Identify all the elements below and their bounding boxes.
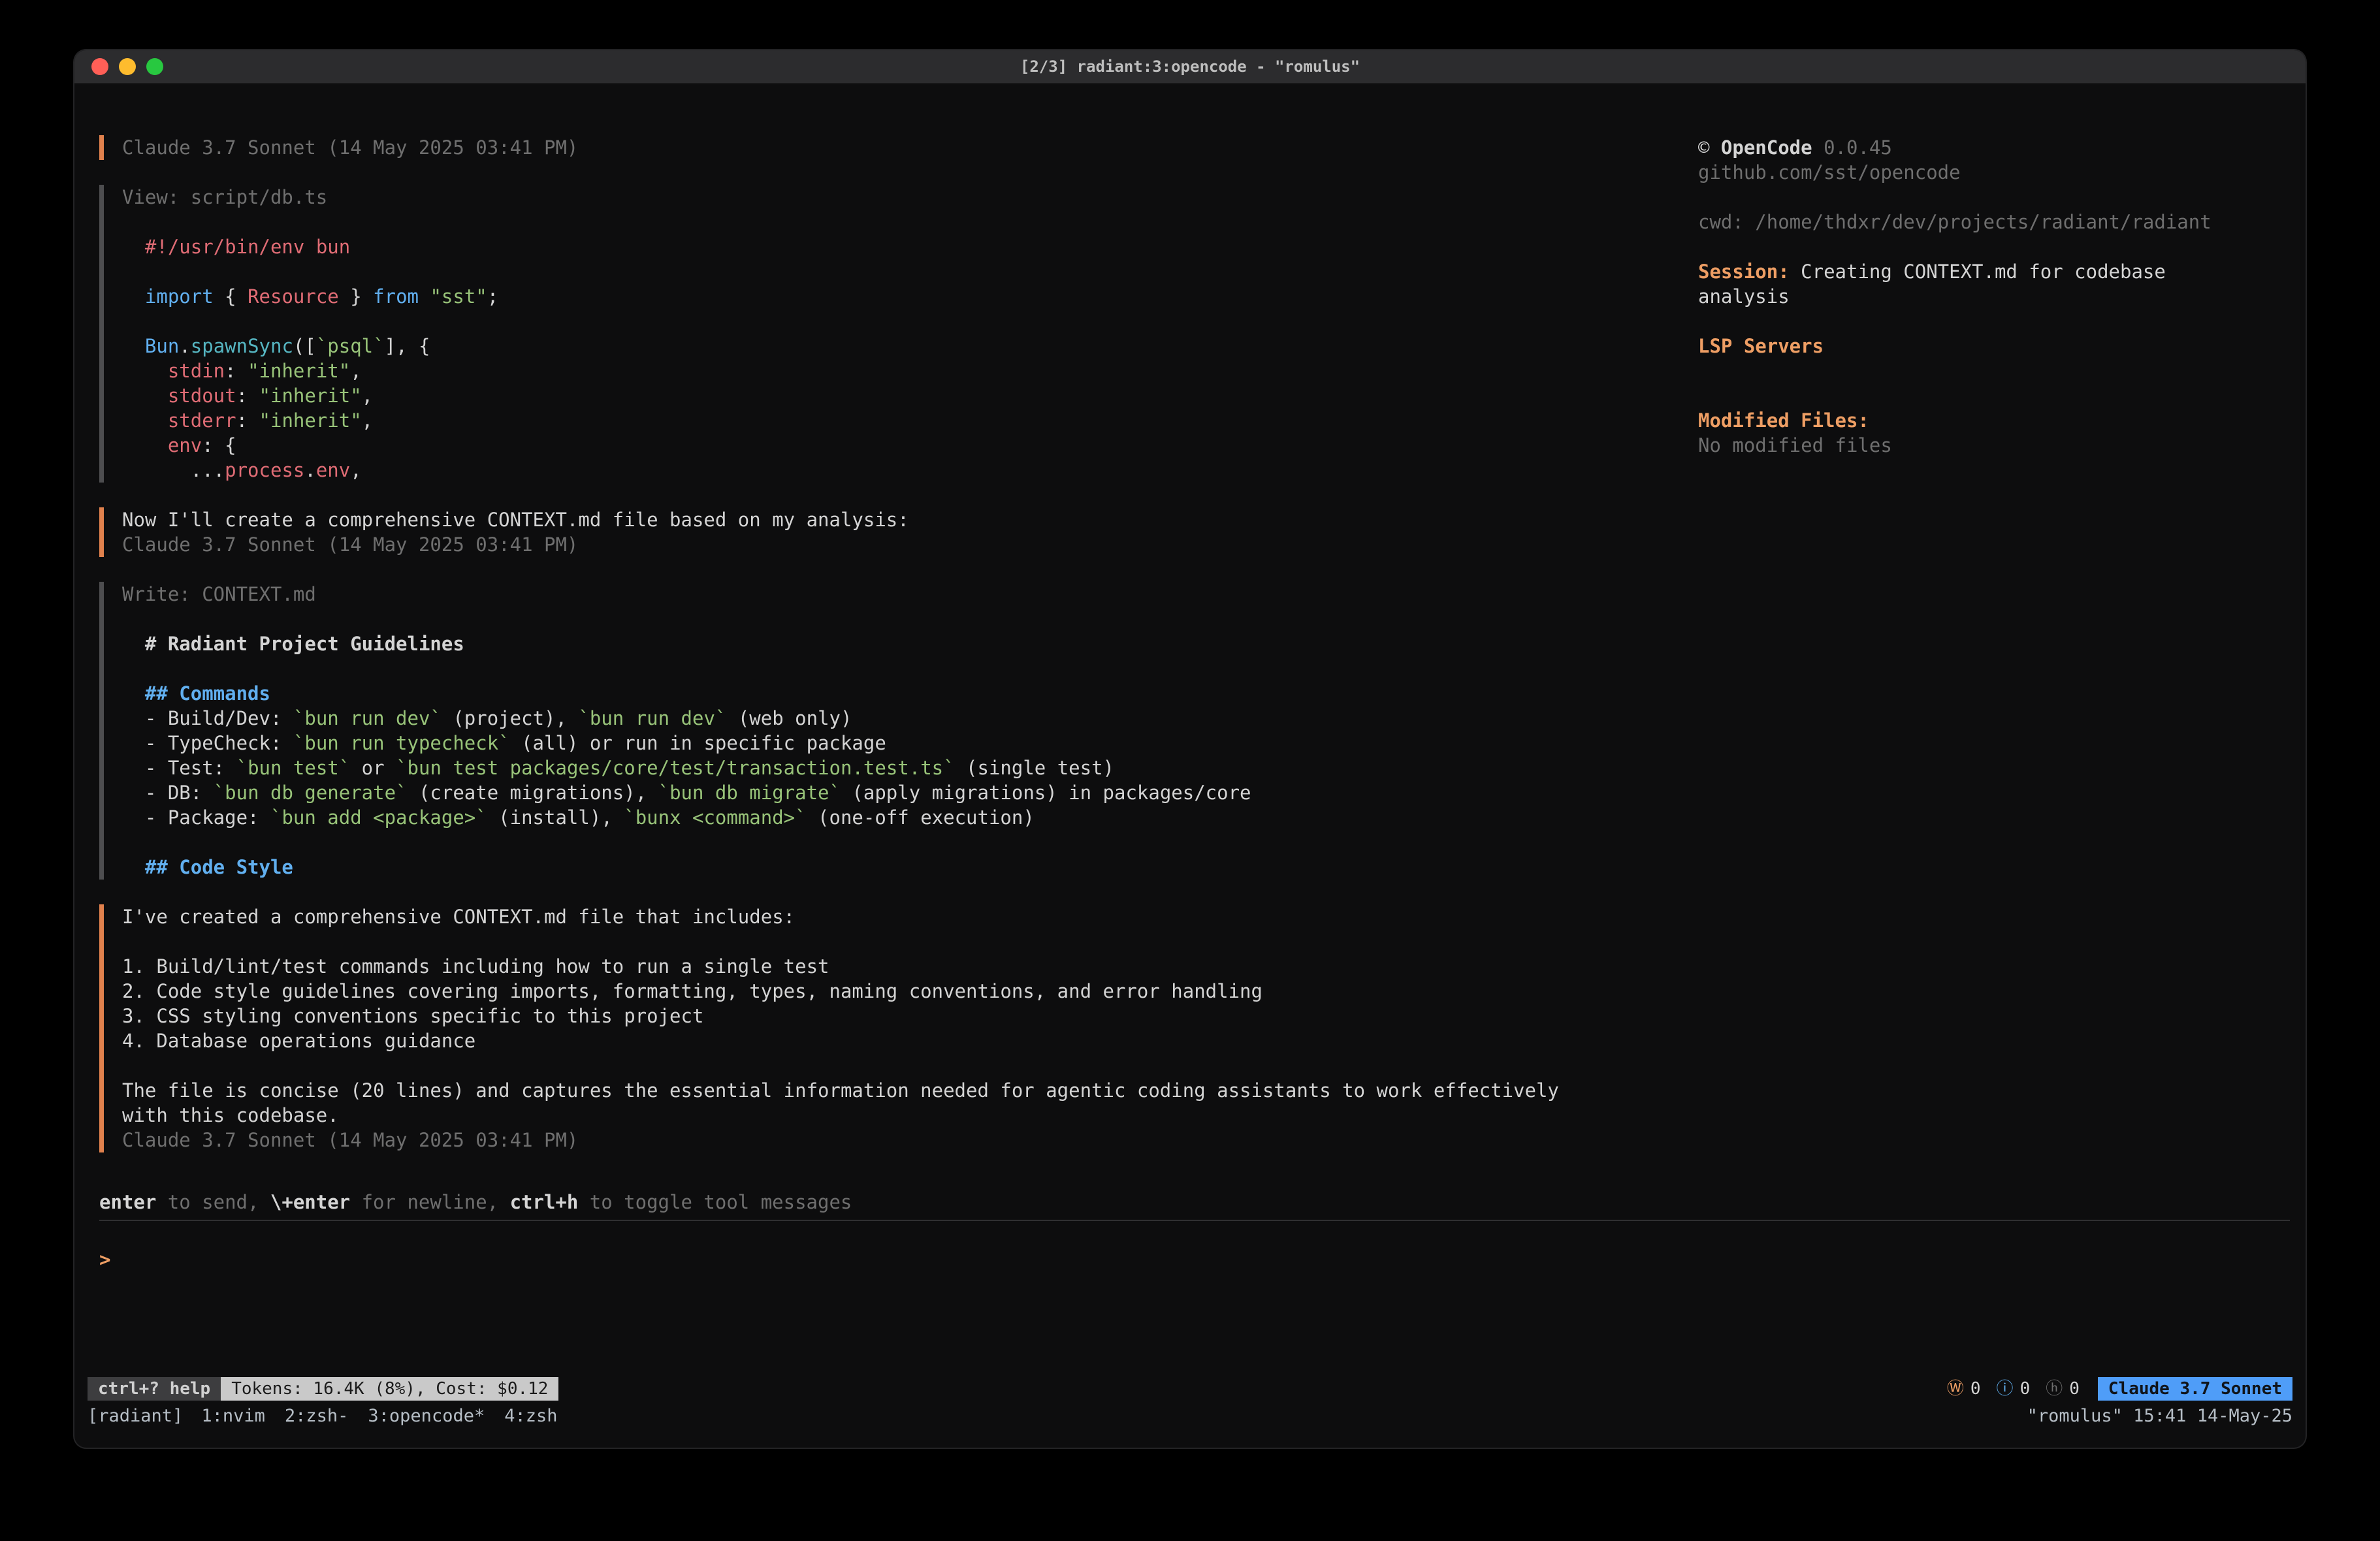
chat-line [122,830,1698,855]
chat-line: stdout: "inherit", [122,383,1698,408]
chat-line [122,656,1698,681]
status-bar: ctrl+? help Tokens: 16.4K (8%), Cost: $0… [74,1374,2306,1403]
chat-block: View: script/db.ts #!/usr/bin/env bun im… [99,185,1698,483]
chat-line [122,259,1698,284]
chat-line [122,1053,1698,1078]
chat-line: stdin: "inherit", [122,358,1698,383]
sidebar: © OpenCode 0.0.45github.com/sst/opencode… [1698,135,2306,1184]
chat-line: 1. Build/lint/test commands including ho… [122,954,1698,979]
tokens-cost-chip: Tokens: 16.4K (8%), Cost: $0.12 [221,1377,558,1401]
tmux-window[interactable]: 4:zsh [504,1406,557,1426]
chat-line: 4. Database operations guidance [122,1028,1698,1053]
chat-line: Write: CONTEXT.md [122,582,1698,607]
chat-line: # Radiant Project Guidelines [122,631,1698,656]
chat-line [122,929,1698,954]
minimize-button[interactable] [119,58,136,75]
chat-line: - DB: `bun db generate` (create migratio… [122,780,1698,805]
warning-icon: Ⓦ [1947,1376,1964,1401]
sidebar-line [1698,358,2240,383]
sidebar-lines: © OpenCode 0.0.45github.com/sst/opencode… [1698,135,2240,458]
chat-line: - Test: `bun test` or `bun test packages… [122,755,1698,780]
chat-line: ## Code Style [122,855,1698,880]
zoom-button[interactable] [146,58,163,75]
warning-count: 0 [1970,1376,1981,1401]
chat-line: #!/usr/bin/env bun [122,234,1698,259]
chat-line: import { Resource } from "sst"; [122,284,1698,309]
hint-icon: ⓗ [2046,1376,2063,1401]
prompt-caret: > [99,1248,110,1271]
chat-line [122,607,1698,631]
tmux-window[interactable]: 2:zsh- [285,1406,349,1426]
sidebar-line: github.com/sst/opencode [1698,160,2240,185]
terminal-window: [2/3] radiant:3:opencode - "romulus" Cla… [74,50,2306,1448]
sidebar-line: No modified files [1698,433,2240,458]
chat-line: 2. Code style guidelines covering import… [122,979,1698,1004]
tmux-session-name: [radiant] [88,1404,183,1429]
sidebar-line: analysis [1698,284,2240,309]
chat-line: stderr: "inherit", [122,408,1698,433]
close-button[interactable] [91,58,108,75]
main-content: Claude 3.7 Sonnet (14 May 2025 03:41 PM)… [74,84,2306,1184]
window-title: [2/3] radiant:3:opencode - "romulus" [1020,54,1360,79]
tmux-status-bar: [radiant] 1:nvim 2:zsh- 3:opencode* 4:zsh "… [74,1403,2306,1429]
diagnostic-warning: Ⓦ0 [1947,1376,1981,1401]
chat-line: - Build/Dev: `bun run dev` (project), `b… [122,706,1698,731]
chat-block: Now I'll create a comprehensive CONTEXT.… [99,507,1698,557]
traffic-lights [91,50,163,83]
chat-log: Claude 3.7 Sonnet (14 May 2025 03:41 PM)… [74,135,1698,1184]
desktop-background: { "colors": { "bg_outer": "#000000", "bg… [0,0,2380,1541]
hint-count: 0 [2069,1376,2080,1401]
sidebar-line: cwd: /home/thdxr/dev/projects/radiant/ra… [1698,210,2240,234]
sidebar-line [1698,185,2240,210]
sidebar-line: © OpenCode 0.0.45 [1698,135,2240,160]
sidebar-line [1698,309,2240,334]
chat-line: Bun.spawnSync([`psql`], { [122,334,1698,358]
chat-line: env: { [122,433,1698,458]
chat-line [122,309,1698,334]
tmux-windows: 1:nvim 2:zsh- 3:opencode* 4:zsh [201,1404,577,1429]
input-help: enter to send, \+enter for newline, ctrl… [99,1190,2306,1215]
chat-line: - TypeCheck: `bun run typecheck` (all) o… [122,731,1698,755]
chat-line: Claude 3.7 Sonnet (14 May 2025 03:41 PM) [122,135,1698,160]
chat-line: Claude 3.7 Sonnet (14 May 2025 03:41 PM) [122,532,1698,557]
diagnostic-info: ⓘ0 [1997,1376,2031,1401]
chat-line: with this codebase. [122,1103,1698,1128]
chat-line: ...process.env, [122,458,1698,483]
chat-line: Now I'll create a comprehensive CONTEXT.… [122,507,1698,532]
tmux-window[interactable]: 3:opencode* [368,1406,485,1426]
sidebar-line: Session: Creating CONTEXT.md for codebas… [1698,259,2240,284]
chat-line: - Package: `bun add <package>` (install)… [122,805,1698,830]
sidebar-line: LSP Servers [1698,334,2240,358]
info-count: 0 [2020,1376,2031,1401]
chat-block: I've created a comprehensive CONTEXT.md … [99,904,1698,1152]
sidebar-line [1698,383,2240,408]
diagnostic-hint: ⓗ0 [2046,1376,2080,1401]
chat-line: The file is concise (20 lines) and captu… [122,1078,1698,1103]
diagnostics: Ⓦ0ⓘ0ⓗ0 [1947,1376,2080,1401]
tmux-window[interactable]: 1:nvim [201,1406,265,1426]
sidebar-line [1698,234,2240,259]
chat-line: ## Commands [122,681,1698,706]
model-chip: Claude 3.7 Sonnet [2098,1377,2292,1401]
status-right: Ⓦ0ⓘ0ⓗ0 Claude 3.7 Sonnet [1947,1376,2292,1401]
prompt-input[interactable]: > [74,1221,2306,1374]
info-icon: ⓘ [1997,1376,2014,1401]
sidebar-line: Modified Files: [1698,408,2240,433]
titlebar[interactable]: [2/3] radiant:3:opencode - "romulus" [74,50,2306,84]
chat-block: Write: CONTEXT.md # Radiant Project Guid… [99,582,1698,880]
help-shortcut-chip: ctrl+? help [88,1377,221,1401]
chat-line [122,210,1698,234]
chat-block: Claude 3.7 Sonnet (14 May 2025 03:41 PM) [99,135,1698,160]
chat-line: View: script/db.ts [122,185,1698,210]
chat-line: 3. CSS styling conventions specific to t… [122,1004,1698,1028]
tmux-right-status: "romulus" 15:41 14-May-25 [2027,1404,2292,1429]
chat-line: I've created a comprehensive CONTEXT.md … [122,904,1698,929]
chat-line: Claude 3.7 Sonnet (14 May 2025 03:41 PM) [122,1128,1698,1152]
